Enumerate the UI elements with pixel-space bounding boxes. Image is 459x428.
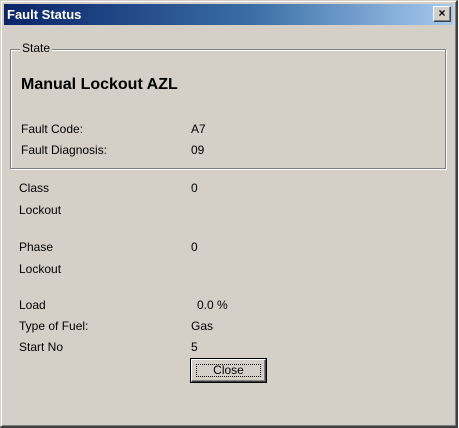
phase-lockout-label-line2: Lockout [19,262,62,276]
phase-lockout-value: 0 [191,240,198,254]
class-lockout-label-line1: Class [19,181,50,195]
load-value: 0.0 % [197,298,228,312]
close-button[interactable]: Close [191,359,266,382]
start-no-value: 5 [191,340,198,354]
class-lockout-label-line2: Lockout [19,203,62,217]
state-value: Manual Lockout AZL [21,76,178,93]
window-title: Fault Status [7,7,82,22]
title-bar[interactable]: Fault Status × [4,4,453,25]
class-lockout-value: 0 [191,181,198,195]
start-no-label: Start No [19,340,64,354]
fault-code-label: Fault Code: [21,122,84,136]
phase-lockout-label-line1: Phase [19,240,54,254]
fault-diagnosis-value: 09 [191,143,205,157]
state-group-legend: State [20,40,53,56]
fuel-type-label: Type of Fuel: [19,319,89,333]
close-button-label: Close [213,363,244,377]
fault-diagnosis-label: Fault Diagnosis: [21,143,108,157]
load-label: Load [19,298,46,312]
fault-code-value: A7 [191,122,206,136]
close-window-icon[interactable]: × [433,6,451,22]
fuel-type-value: Gas [191,319,214,333]
